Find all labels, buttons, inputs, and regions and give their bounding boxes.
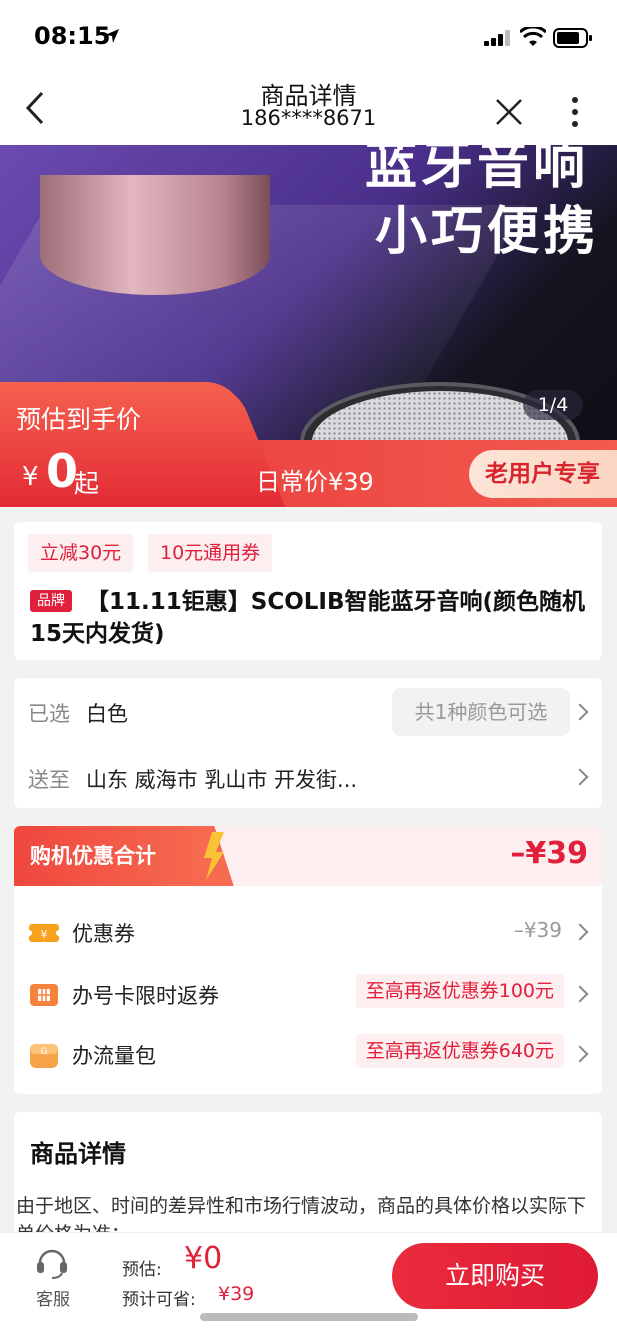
estimate-label: 预估到手价 [16, 405, 142, 434]
chevron-right-icon [571, 703, 589, 721]
buy-now-button[interactable]: 立即购买 [392, 1243, 598, 1309]
headset-icon [37, 1249, 67, 1279]
status-bar: 08:15 [0, 0, 617, 70]
status-time: 08:15 [34, 22, 111, 50]
sim-card-row[interactable]: 办号卡限时返券 至高再返优惠券100元 [14, 970, 602, 1020]
estimate-suffix: 起 [74, 469, 100, 498]
discount-total: –¥39 [510, 836, 588, 871]
location-arrow-icon [105, 29, 119, 43]
discount-header-label: 购机优惠合计 [14, 826, 204, 886]
battery-icon [553, 28, 592, 48]
cellular-signal-icon [484, 30, 510, 46]
selection-card: 已选 白色 共1种颜色可选 送至 山东 威海市 乳山市 开发街... [14, 678, 602, 808]
old-user-exclusive-tag[interactable]: 老用户专享 [469, 450, 617, 498]
product-detail-page: 08:15 商品详情 186****8671 蓝牙音响 小巧便携 1/4 预估到… [0, 0, 617, 1334]
sim-card-icon [30, 984, 58, 1006]
svg-text:G: G [41, 1047, 48, 1057]
coupon-tag[interactable]: 10元通用券 [148, 534, 273, 572]
svg-text:¥: ¥ [41, 928, 48, 941]
brand-badge: 品牌 [30, 590, 72, 612]
savings-value: ¥39 [218, 1283, 255, 1305]
lightning-icon [204, 832, 224, 880]
data-package-reward: 至高再返优惠券640元 [355, 1034, 564, 1068]
carousel-pager: 1/4 [523, 390, 583, 420]
close-icon[interactable] [495, 98, 523, 126]
coupon-value: –¥39 [513, 918, 562, 942]
chevron-right-icon [571, 985, 589, 1003]
data-package-row[interactable]: G 办流量包 至高再返优惠券640元 [14, 1030, 602, 1080]
color-count-pill[interactable]: 共1种颜色可选 [392, 688, 570, 736]
selected-value: 白色 [86, 702, 128, 726]
sim-card-reward: 至高再返优惠券100元 [355, 974, 564, 1008]
pink-speaker-image [40, 175, 270, 295]
details-title: 商品详情 [30, 1140, 126, 1168]
details-card: 商品详情 由于地区、时间的差异性和市场行情波动，商品的具体价格以实际下单价格为准… [14, 1112, 602, 1252]
estimate-key: 预估: [122, 1260, 162, 1280]
product-info-card: 立减30元 10元通用券 【11.11钜惠】SCOLIB智能蓝牙音响(颜色随机1… [14, 522, 602, 660]
coupon-icon: ¥ [28, 924, 60, 942]
data-package-label: 办流量包 [72, 1044, 156, 1068]
customer-service-label: 客服 [36, 1290, 70, 1310]
chevron-right-icon [571, 768, 589, 786]
nav-bar: 商品详情 186****8671 [0, 70, 617, 145]
chevron-right-icon [571, 923, 589, 941]
ship-key: 送至 [28, 768, 70, 792]
coupon-row[interactable]: ¥ 优惠券 –¥39 [14, 908, 602, 958]
estimate-currency: ¥ [22, 462, 39, 492]
ship-address: 山东 威海市 乳山市 开发街... [86, 768, 358, 792]
more-options-icon[interactable] [570, 96, 580, 128]
daily-price: 日常价¥39 [256, 468, 374, 496]
discount-card: 购机优惠合计 –¥39 ¥ 优惠券 –¥39 办号卡限时返券 至高再返优惠券10… [14, 826, 602, 1094]
estimate-value: ¥0 [184, 1241, 223, 1276]
savings-key: 预计可省: [122, 1290, 196, 1310]
selected-key: 已选 [28, 702, 70, 726]
chevron-right-icon [571, 1045, 589, 1063]
data-package-icon: G [30, 1044, 58, 1068]
home-indicator[interactable] [200, 1313, 418, 1321]
hero-headline-2: 小巧便携 [374, 202, 599, 262]
page-subtitle: 186****8671 [240, 106, 377, 130]
wifi-icon [520, 27, 546, 46]
sim-card-label: 办号卡限时返券 [72, 984, 219, 1008]
product-title: 【11.11钜惠】SCOLIB智能蓝牙音响(颜色随机15天内发货) [30, 589, 586, 647]
coupon-tag[interactable]: 立减30元 [28, 534, 134, 572]
coupon-label: 优惠券 [72, 922, 135, 946]
